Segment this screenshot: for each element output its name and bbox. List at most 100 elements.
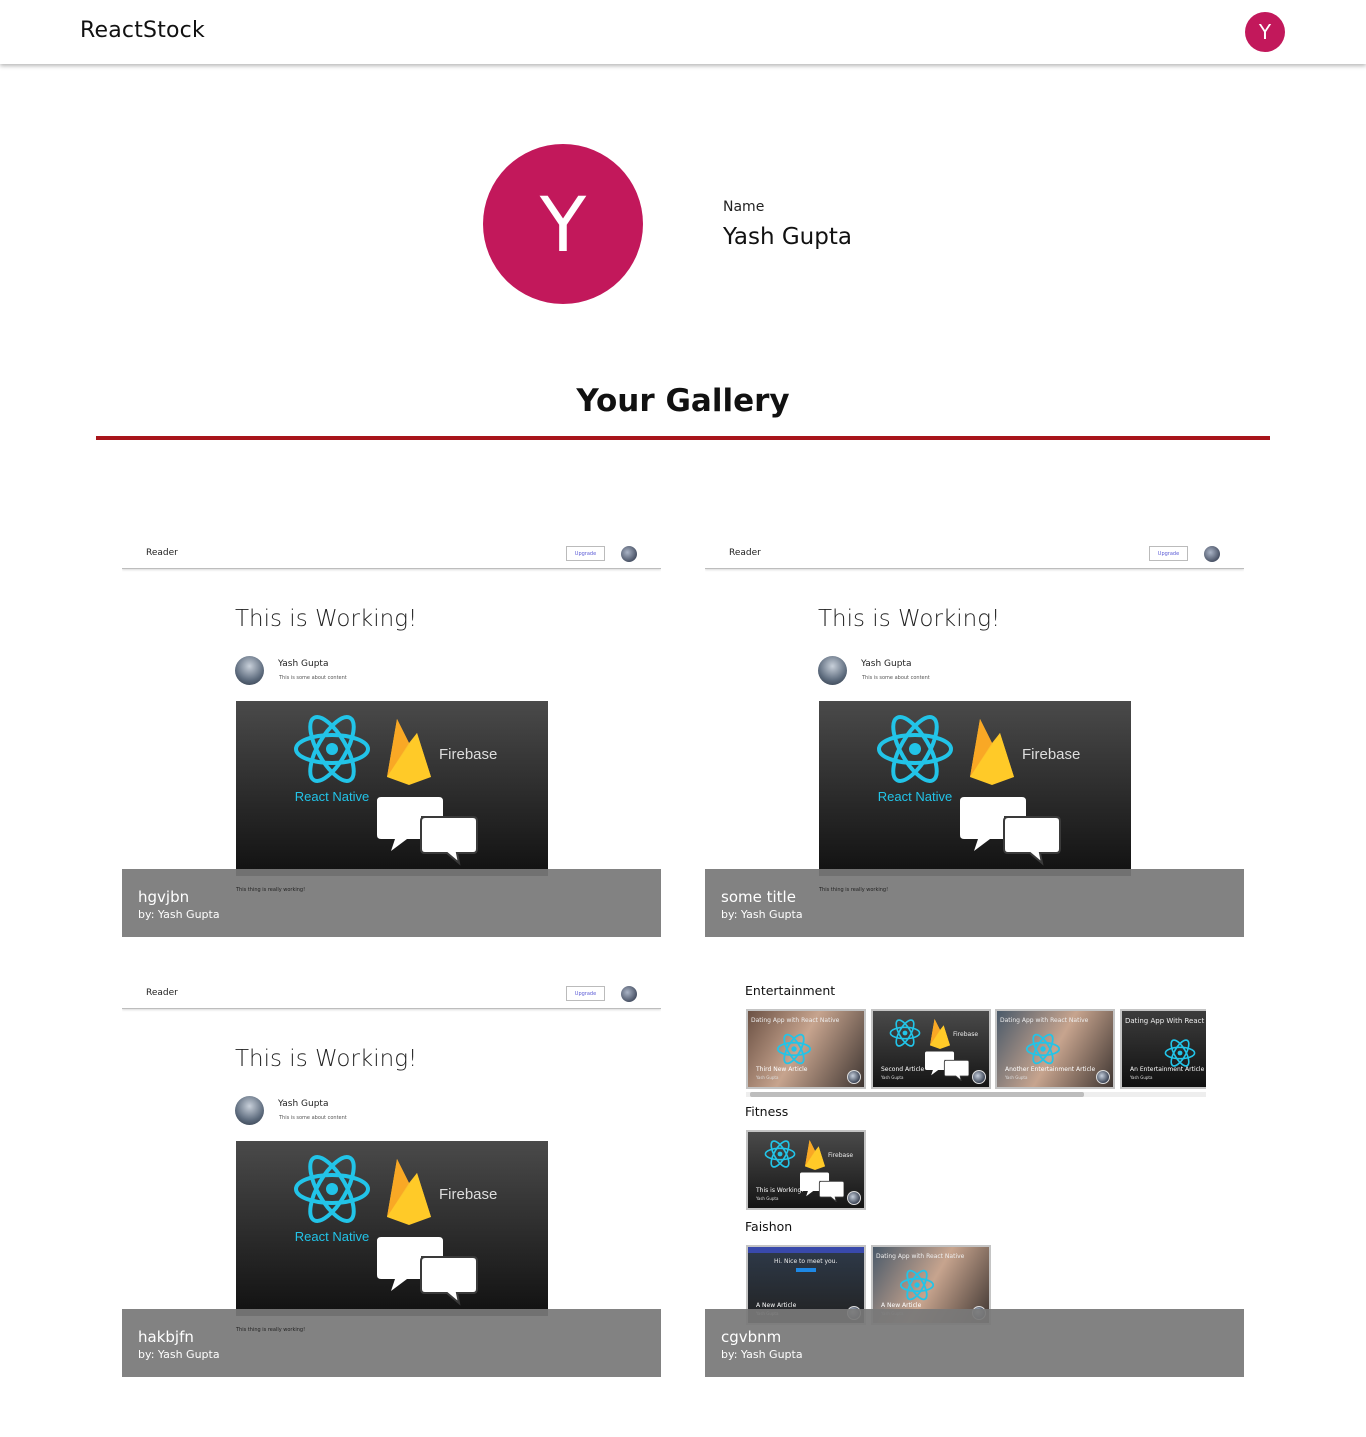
- card-title: some title: [721, 888, 796, 906]
- react-logo-icon: [899, 1267, 935, 1303]
- react-logo-icon: [877, 708, 953, 790]
- article-caption: This thing is really working!: [236, 1327, 306, 1333]
- card-info-bar: some title by: Yash Gupta: [705, 869, 1244, 937]
- react-native-text: React Native: [295, 789, 369, 804]
- article-heading: This is Working!: [235, 606, 418, 632]
- gallery-title: Your Gallery: [576, 383, 790, 419]
- react-logo-icon: [1025, 1031, 1061, 1067]
- react-logo-icon: [889, 1016, 921, 1050]
- gallery-card[interactable]: Reader Upgrade This is Working! Yash Gup…: [122, 529, 661, 937]
- tile-title: Second Article: [881, 1066, 925, 1073]
- article-heading: This is Working!: [235, 1046, 418, 1072]
- card-title: hakbjfn: [138, 1328, 194, 1346]
- chat-icon: [925, 1051, 969, 1081]
- tile-top-text: Dating App With React: [1125, 1017, 1205, 1025]
- account-avatar[interactable]: Y: [1245, 12, 1285, 52]
- article-image: React Native Firebase: [236, 1141, 548, 1316]
- reader-topbar: Reader Upgrade: [122, 969, 661, 1009]
- react-logo-icon: [294, 1148, 370, 1230]
- tile-title: This is Working!: [756, 1187, 804, 1194]
- article-tile: Firebase Second Article Yash Gupta: [871, 1009, 991, 1089]
- reader-avatar: [1204, 546, 1220, 562]
- gallery-divider: [96, 436, 1270, 440]
- tile-title: Third New Article: [756, 1066, 808, 1073]
- scroll-thumb[interactable]: [750, 1092, 1084, 1097]
- article-caption: This thing is really working!: [819, 887, 889, 893]
- category-title-fitness: Fitness: [745, 1104, 789, 1119]
- upgrade-button: Upgrade: [566, 986, 605, 1001]
- profile-avatar: Y: [483, 144, 643, 304]
- tile-top-text: Firebase: [953, 1031, 979, 1038]
- reader-brand: Reader: [146, 988, 178, 998]
- tile-avatar: [847, 1070, 861, 1084]
- author-name: Yash Gupta: [278, 1099, 329, 1109]
- card-title: hgvjbn: [138, 888, 190, 906]
- article-tile: Dating App with React Native Another Ent…: [995, 1009, 1115, 1089]
- category-title-fashion: Faishon: [745, 1219, 793, 1234]
- react-logo-icon: [764, 1137, 796, 1171]
- chat-icon: [376, 796, 478, 864]
- chat-icon: [959, 796, 1061, 864]
- chat-icon: [800, 1172, 844, 1202]
- article-tile: Firebase This is Working! Yash Gupta: [746, 1130, 866, 1210]
- firebase-logo-icon: [387, 1159, 431, 1225]
- card-info-bar: cgvbnm by: Yash Gupta: [705, 1309, 1244, 1377]
- firebase-text: Firebase: [439, 746, 497, 763]
- reader-avatar: [621, 986, 637, 1002]
- reader-avatar: [621, 546, 637, 562]
- brand-title[interactable]: ReactStock: [80, 18, 205, 43]
- reader-topbar: Reader Upgrade: [705, 529, 1244, 569]
- tile-title: A New Article: [881, 1302, 922, 1309]
- card-author: by: Yash Gupta: [138, 908, 220, 921]
- horizontal-scrollbar[interactable]: [746, 1092, 1206, 1097]
- tile-top-text: Firebase: [828, 1152, 854, 1159]
- tile-title: A New Article: [756, 1302, 797, 1309]
- article-heading: This is Working!: [818, 606, 1001, 632]
- app-bar: ReactStock Y: [0, 0, 1366, 64]
- author-avatar: [235, 656, 264, 685]
- card-info-bar: hgvjbn by: Yash Gupta: [122, 869, 661, 937]
- tile-author: Yash Gupta: [1130, 1075, 1153, 1080]
- upgrade-button: Upgrade: [1149, 546, 1188, 561]
- tile-avatar: [1096, 1070, 1110, 1084]
- tile-author: Yash Gupta: [756, 1196, 779, 1201]
- author-about: This is some about content: [279, 675, 347, 681]
- name-label: Name: [723, 199, 765, 215]
- tile-top-text: Dating App with React Native: [751, 1017, 840, 1024]
- article-tile: Dating App With React An Entertainment A…: [1120, 1009, 1206, 1089]
- author-about: This is some about content: [862, 675, 930, 681]
- gallery-card[interactable]: Reader Upgrade This is Working! Yash Gup…: [122, 969, 661, 1377]
- reader-brand: Reader: [729, 548, 761, 558]
- tile-top-text: Dating App with React Native: [876, 1253, 965, 1260]
- react-logo-icon: [294, 708, 370, 790]
- card-info-bar: hakbjfn by: Yash Gupta: [122, 1309, 661, 1377]
- react-logo-icon: [776, 1031, 812, 1067]
- article-image: React Native Firebase: [819, 701, 1131, 876]
- tile-title: An Entertainment Article: [1130, 1066, 1205, 1073]
- tile-author: Yash Gupta: [756, 1075, 779, 1080]
- firebase-logo-icon: [970, 719, 1014, 785]
- author-avatar: [818, 656, 847, 685]
- article-tile: Dating App with React Native Third New A…: [746, 1009, 866, 1089]
- react-native-text: React Native: [295, 1229, 369, 1244]
- chat-icon: [376, 1236, 478, 1304]
- firebase-text: Firebase: [1022, 746, 1080, 763]
- react-native-text: React Native: [878, 789, 952, 804]
- card-author: by: Yash Gupta: [721, 908, 803, 921]
- card-author: by: Yash Gupta: [138, 1348, 220, 1361]
- tile-author: Yash Gupta: [1005, 1075, 1028, 1080]
- author-name: Yash Gupta: [861, 659, 912, 669]
- tile-avatar: [972, 1070, 986, 1084]
- author-name: Yash Gupta: [278, 659, 329, 669]
- article-caption: This thing is really working!: [236, 887, 306, 893]
- firebase-logo-icon: [930, 1019, 950, 1049]
- card-title: cgvbnm: [721, 1328, 782, 1346]
- firebase-logo-icon: [805, 1140, 825, 1170]
- article-image: React Native Firebase: [236, 701, 548, 876]
- reader-brand: Reader: [146, 548, 178, 558]
- category-title-entertainment: Entertainment: [745, 983, 836, 998]
- tile-title: Another Entertainment Article: [1005, 1066, 1096, 1073]
- gallery-card[interactable]: Reader Upgrade This is Working! Yash Gup…: [705, 529, 1244, 937]
- tile-author: Yash Gupta: [881, 1075, 904, 1080]
- tile-avatar: [847, 1191, 861, 1205]
